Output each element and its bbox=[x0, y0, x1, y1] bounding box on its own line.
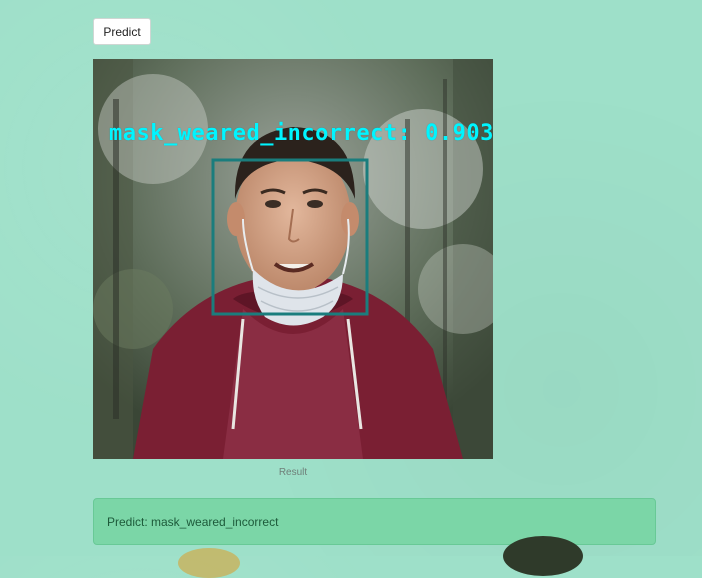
decorative-blob bbox=[503, 536, 583, 576]
result-caption: Result bbox=[278, 467, 308, 478]
prediction-alert-text: Predict: mask_weared_incorrect bbox=[107, 514, 279, 529]
detection-label: mask_weared_incorrect: 0.903 bbox=[109, 121, 493, 146]
decorative-blob bbox=[178, 548, 240, 578]
annotated-photo bbox=[93, 59, 493, 459]
prediction-alert: Predict: mask_weared_incorrect bbox=[93, 498, 656, 545]
predict-button[interactable]: Predict bbox=[93, 18, 151, 45]
result-image: mask_weared_incorrect: 0.903 bbox=[93, 59, 493, 459]
